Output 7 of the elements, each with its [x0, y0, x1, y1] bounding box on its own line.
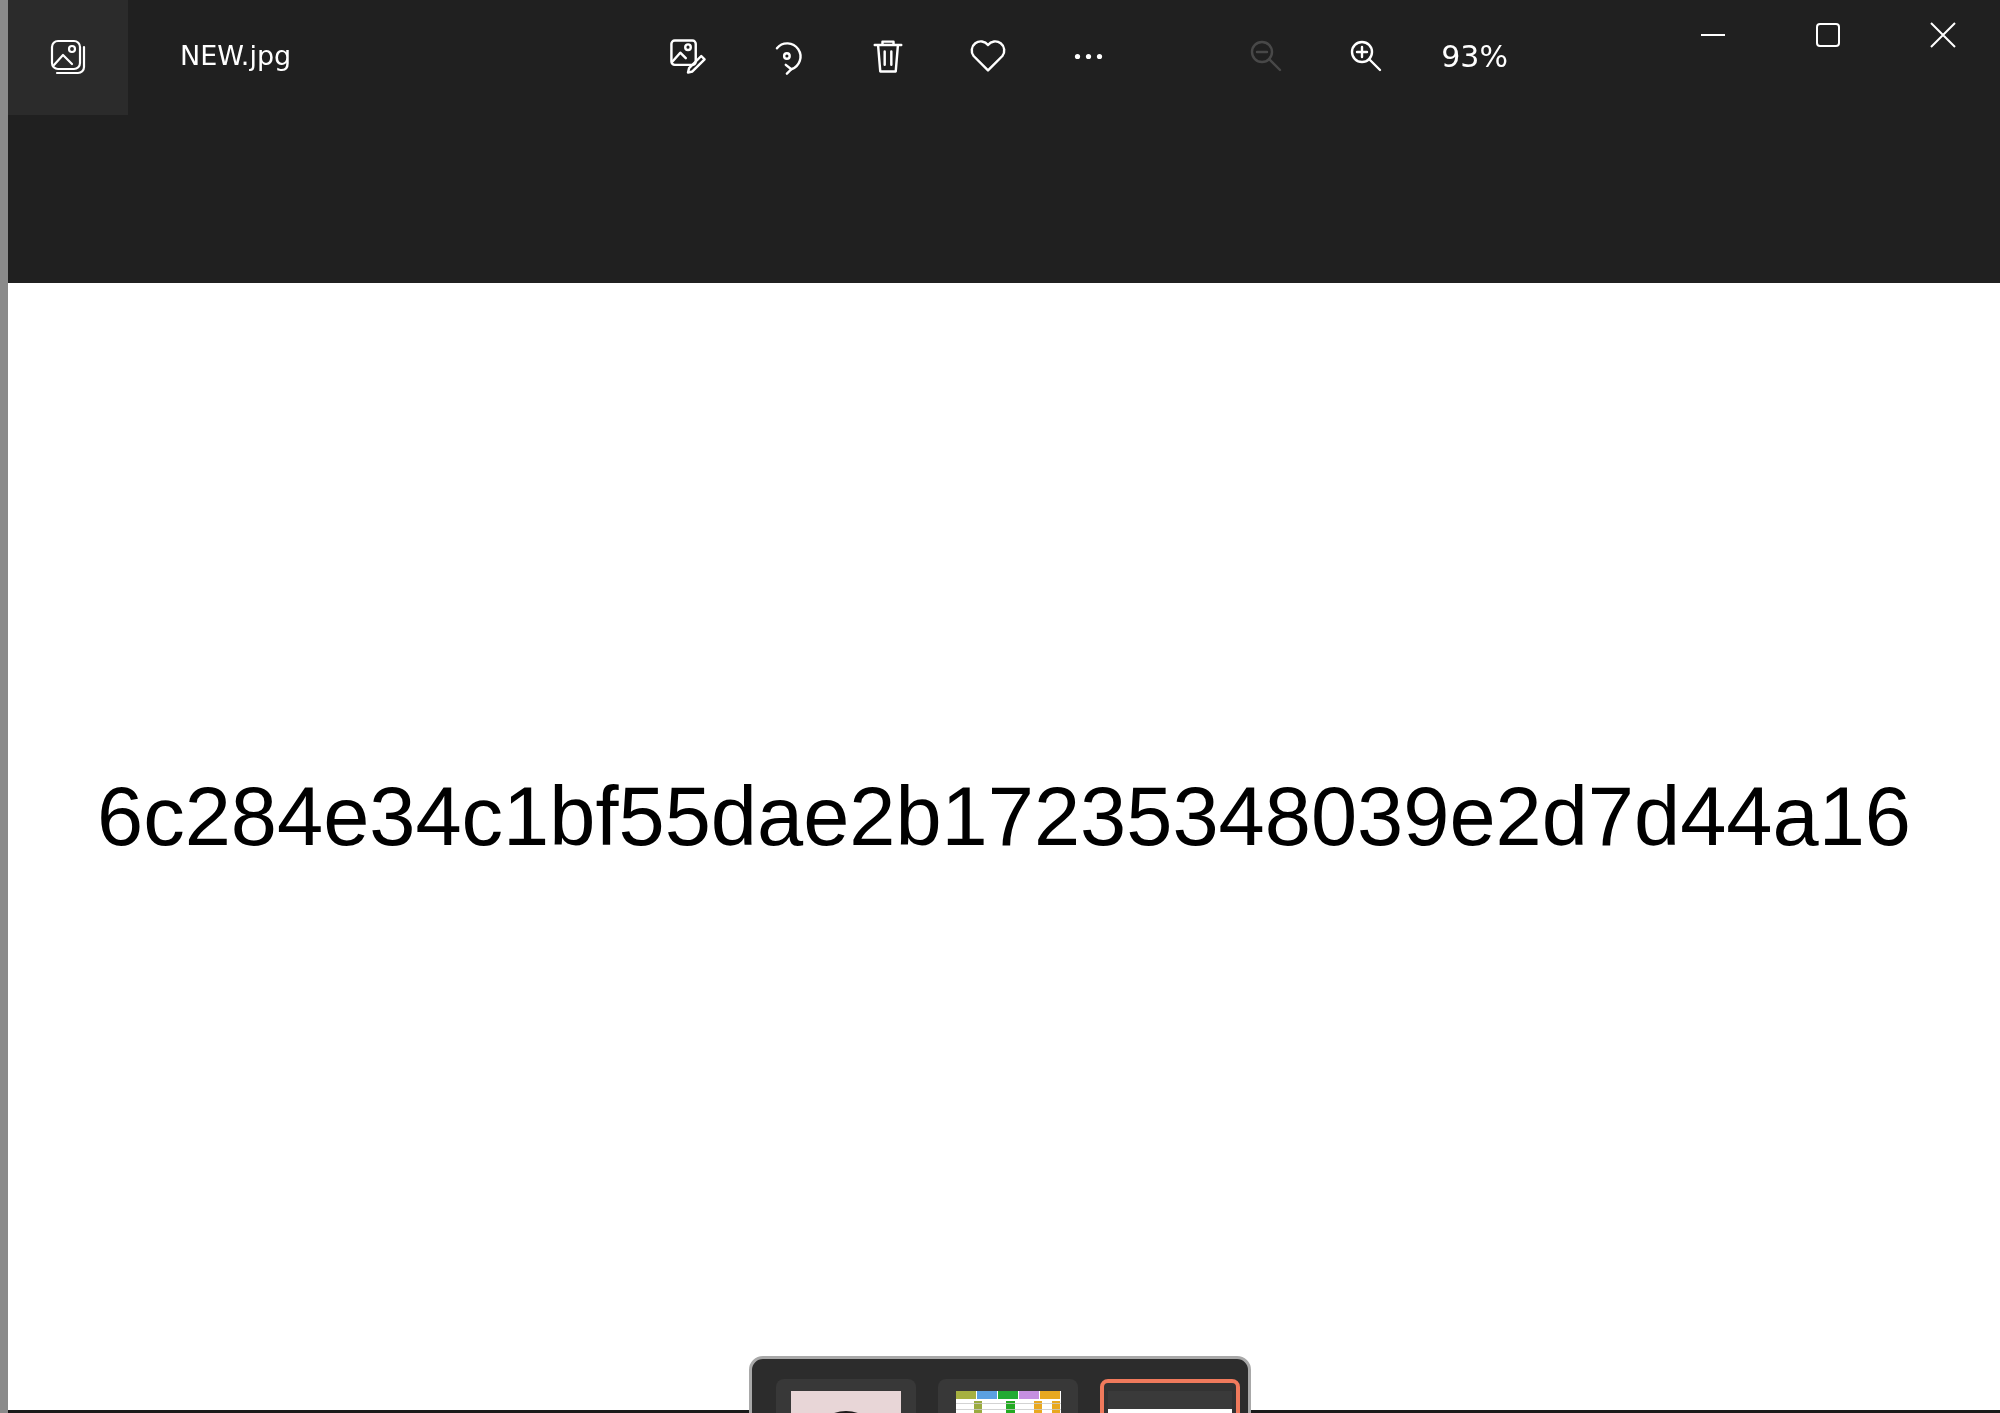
image-text: 6c284e34c1bf55dae2b17235348039e2d7d44a16 [97, 768, 1911, 865]
window-title: NEW.jpg [180, 40, 292, 71]
more-icon [1072, 52, 1104, 60]
close-icon [1928, 21, 1957, 49]
maximize-icon [1814, 22, 1841, 48]
zoom-level: 93% [1441, 38, 1508, 74]
minimize-icon [1699, 33, 1726, 37]
